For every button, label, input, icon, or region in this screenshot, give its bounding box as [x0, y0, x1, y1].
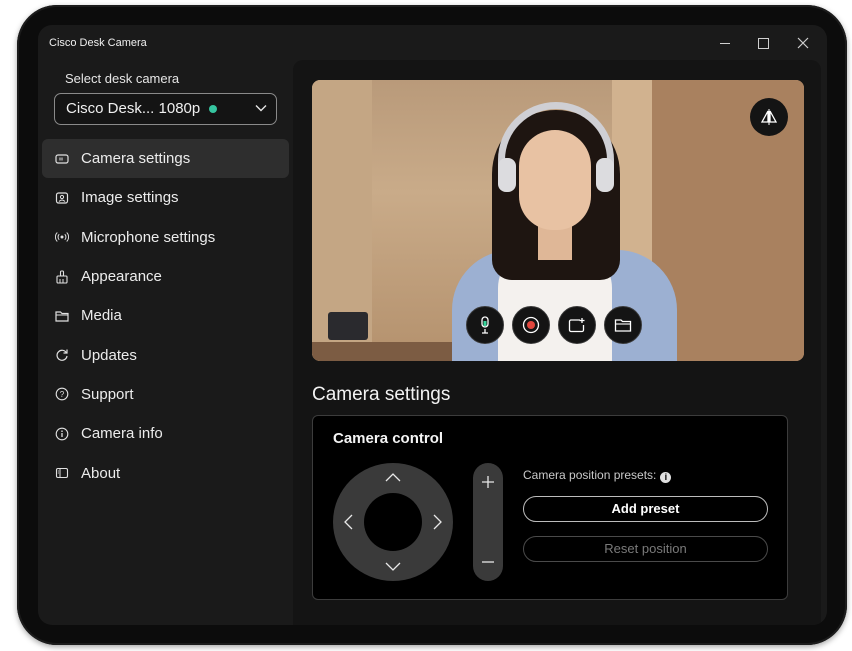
- camera-select-dropdown[interactable]: Cisco Desk... 1080p: [54, 93, 277, 125]
- sidebar-item-label: About: [81, 464, 121, 482]
- sidebar-nav: Camera settings Image settings Microphon…: [42, 139, 289, 493]
- desk: [312, 342, 452, 361]
- title-bar: Cisco Desk Camera: [38, 25, 827, 59]
- direction-pad-center: [364, 493, 422, 551]
- maximize-icon[interactable]: [751, 33, 775, 53]
- camera-settings-icon: [55, 152, 69, 166]
- help-icon: ?: [55, 387, 69, 401]
- section-title: Camera settings: [312, 384, 451, 405]
- sidebar-item-about[interactable]: About: [42, 453, 289, 492]
- pan-left-icon[interactable]: [337, 511, 359, 533]
- zoom-control: [473, 463, 503, 581]
- snapshot-icon[interactable]: [558, 306, 596, 344]
- microphone-icon[interactable]: [466, 306, 504, 344]
- sidebar-item-image-settings[interactable]: Image settings: [42, 178, 289, 217]
- presets-label: Camera position presets: i: [523, 468, 672, 483]
- close-icon[interactable]: [791, 33, 815, 53]
- folder-icon[interactable]: [604, 306, 642, 344]
- microphone-signal-icon: [55, 230, 69, 244]
- add-preset-button[interactable]: Add preset: [523, 496, 768, 522]
- sidebar-item-appearance[interactable]: Appearance: [42, 257, 289, 296]
- sidebar-item-support[interactable]: ? Support: [42, 375, 289, 414]
- brush-icon: [55, 269, 69, 284]
- app-title: Cisco Desk Camera: [49, 37, 147, 49]
- sidebar-item-label: Appearance: [81, 268, 162, 286]
- info-icon: [55, 427, 69, 441]
- camera-status-dot: [209, 105, 217, 113]
- zoom-in-icon[interactable]: [473, 469, 503, 495]
- sidebar-item-label: Camera settings: [81, 150, 191, 168]
- sidebar-item-media[interactable]: Media: [42, 296, 289, 335]
- refresh-icon: [55, 348, 69, 362]
- image-icon: [55, 191, 69, 205]
- laptop: [328, 312, 368, 340]
- sidebar-item-camera-info[interactable]: Camera info: [42, 414, 289, 453]
- presets-label-text: Camera position presets:: [523, 468, 657, 482]
- preview-controls: [466, 306, 642, 344]
- sidebar-item-label: Camera info: [81, 425, 163, 443]
- sidebar: Select desk camera Cisco Desk... 1080p C…: [38, 59, 293, 625]
- direction-pad: [333, 463, 453, 581]
- app-window: Cisco Desk Camera Select desk camera Cis…: [38, 25, 827, 625]
- folder-icon: [55, 309, 69, 323]
- panel-title: Camera control: [333, 430, 444, 447]
- sidebar-item-label: Support: [81, 385, 134, 403]
- headphone-earcup: [596, 158, 614, 192]
- sidebar-item-label: Updates: [81, 346, 137, 364]
- camera-control-panel: Camera control Camera position presets: …: [312, 415, 788, 600]
- reset-position-button[interactable]: Reset position: [523, 536, 768, 562]
- about-icon: [55, 466, 69, 480]
- svg-text:?: ?: [60, 390, 65, 399]
- sidebar-item-camera-settings[interactable]: Camera settings: [42, 139, 289, 179]
- camera-preview: [312, 80, 804, 361]
- zoom-out-icon[interactable]: [473, 549, 503, 575]
- selected-camera-text: Cisco Desk... 1080p: [66, 100, 201, 117]
- sidebar-item-microphone-settings[interactable]: Microphone settings: [42, 218, 289, 257]
- mirror-flip-icon[interactable]: [750, 98, 788, 136]
- sidebar-item-label: Image settings: [81, 189, 179, 207]
- sidebar-item-label: Microphone settings: [81, 228, 216, 246]
- minimize-icon[interactable]: [713, 33, 737, 53]
- pan-down-icon[interactable]: [382, 556, 404, 578]
- sidebar-item-label: Media: [81, 307, 122, 325]
- chevron-down-icon: [255, 105, 267, 112]
- headphone-earcup: [498, 158, 516, 192]
- sidebar-item-updates[interactable]: Updates: [42, 335, 289, 374]
- pan-up-icon[interactable]: [382, 466, 404, 488]
- pan-right-icon[interactable]: [427, 511, 449, 533]
- main-content: Camera settings Camera control Camera po…: [293, 60, 821, 625]
- record-icon[interactable]: [512, 306, 550, 344]
- info-icon[interactable]: i: [660, 472, 672, 483]
- select-camera-label: Select desk camera: [65, 71, 180, 86]
